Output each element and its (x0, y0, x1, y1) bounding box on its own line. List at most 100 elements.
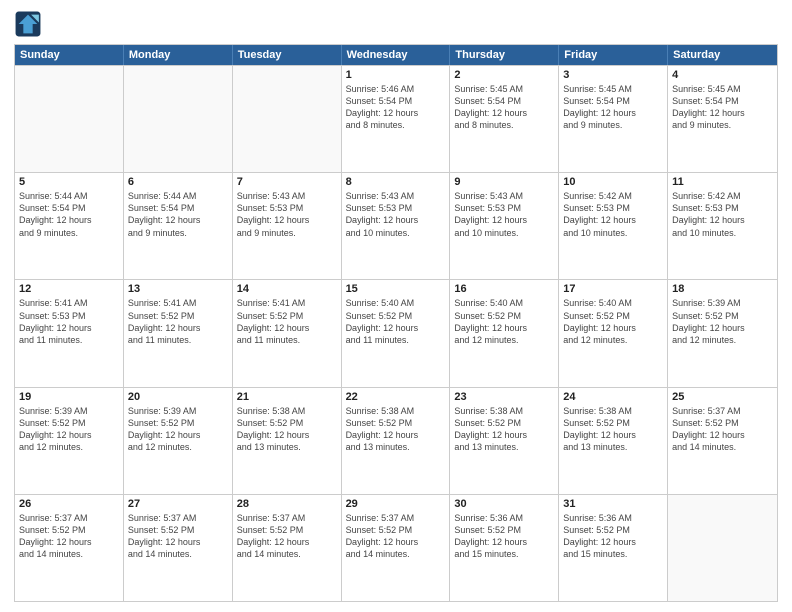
day-info: Sunrise: 5:39 AM Sunset: 5:52 PM Dayligh… (19, 405, 119, 454)
day-info: Sunrise: 5:41 AM Sunset: 5:53 PM Dayligh… (19, 297, 119, 346)
day-info: Sunrise: 5:37 AM Sunset: 5:52 PM Dayligh… (672, 405, 773, 454)
day-info: Sunrise: 5:38 AM Sunset: 5:52 PM Dayligh… (454, 405, 554, 454)
day-info: Sunrise: 5:44 AM Sunset: 5:54 PM Dayligh… (128, 190, 228, 239)
day-number: 24 (563, 391, 663, 403)
calendar: SundayMondayTuesdayWednesdayThursdayFrid… (14, 44, 778, 602)
day-cell-1: 1 Sunrise: 5:46 AM Sunset: 5:54 PM Daylig… (342, 66, 451, 172)
empty-cell-4-6 (668, 495, 777, 601)
day-number: 8 (346, 176, 446, 188)
header-day-thursday: Thursday (450, 45, 559, 65)
day-info: Sunrise: 5:39 AM Sunset: 5:52 PM Dayligh… (128, 405, 228, 454)
day-info: Sunrise: 5:39 AM Sunset: 5:52 PM Dayligh… (672, 297, 773, 346)
day-cell-5: 5 Sunrise: 5:44 AM Sunset: 5:54 PM Daylig… (15, 173, 124, 279)
day-number: 13 (128, 283, 228, 295)
day-cell-3: 3 Sunrise: 5:45 AM Sunset: 5:54 PM Daylig… (559, 66, 668, 172)
day-number: 18 (672, 283, 773, 295)
header-day-sunday: Sunday (15, 45, 124, 65)
day-cell-16: 16Sunrise: 5:40 AM Sunset: 5:52 PM Dayli… (450, 280, 559, 386)
calendar-row-3: 19 Sunrise: 5:39 AM Sunset: 5:52 PM Dayli… (15, 387, 777, 494)
day-number: 6 (128, 176, 228, 188)
calendar-row-2: 12 Sunrise: 5:41 AM Sunset: 5:53 PM Dayli… (15, 279, 777, 386)
day-cell-17: 17 Sunrise: 5:40 AM Sunset: 5:52 PM Dayli… (559, 280, 668, 386)
day-info: Sunrise: 5:40 AM Sunset: 5:52 PM Dayligh… (563, 297, 663, 346)
day-cell-18: 18 Sunrise: 5:39 AM Sunset: 5:52 PM Dayli… (668, 280, 777, 386)
page: SundayMondayTuesdayWednesdayThursdayFrid… (0, 0, 792, 612)
day-cell-24: 24 Sunrise: 5:38 AM Sunset: 5:52 PM Dayli… (559, 388, 668, 494)
day-number: 23 (454, 391, 554, 403)
day-cell-9: 9 Sunrise: 5:43 AM Sunset: 5:53 PM Daylig… (450, 173, 559, 279)
day-info: Sunrise: 5:37 AM Sunset: 5:52 PM Dayligh… (128, 512, 228, 561)
empty-cell-0-2 (233, 66, 342, 172)
day-info: Sunrise: 5:45 AM Sunset: 5:54 PM Dayligh… (672, 83, 773, 132)
day-info: Sunrise: 5:41 AM Sunset: 5:52 PM Dayligh… (128, 297, 228, 346)
day-cell-10: 10Sunrise: 5:42 AM Sunset: 5:53 PM Dayli… (559, 173, 668, 279)
day-number: 7 (237, 176, 337, 188)
day-number: 11 (672, 176, 773, 188)
day-cell-11: 11Sunrise: 5:42 AM Sunset: 5:53 PM Dayli… (668, 173, 777, 279)
day-number: 17 (563, 283, 663, 295)
day-info: Sunrise: 5:37 AM Sunset: 5:52 PM Dayligh… (237, 512, 337, 561)
empty-cell-0-1 (124, 66, 233, 172)
day-info: Sunrise: 5:44 AM Sunset: 5:54 PM Dayligh… (19, 190, 119, 239)
day-number: 31 (563, 498, 663, 510)
day-cell-26: 26Sunrise: 5:37 AM Sunset: 5:52 PM Dayli… (15, 495, 124, 601)
day-number: 28 (237, 498, 337, 510)
day-info: Sunrise: 5:38 AM Sunset: 5:52 PM Dayligh… (237, 405, 337, 454)
day-number: 29 (346, 498, 446, 510)
day-number: 9 (454, 176, 554, 188)
header-day-friday: Friday (559, 45, 668, 65)
day-info: Sunrise: 5:46 AM Sunset: 5:54 PM Dayligh… (346, 83, 446, 132)
day-cell-25: 25 Sunrise: 5:37 AM Sunset: 5:52 PM Dayli… (668, 388, 777, 494)
day-number: 15 (346, 283, 446, 295)
calendar-header: SundayMondayTuesdayWednesdayThursdayFrid… (15, 45, 777, 65)
day-number: 12 (19, 283, 119, 295)
day-number: 5 (19, 176, 119, 188)
day-number: 1 (346, 69, 446, 81)
day-cell-2: 2 Sunrise: 5:45 AM Sunset: 5:54 PM Daylig… (450, 66, 559, 172)
day-number: 2 (454, 69, 554, 81)
day-cell-14: 14 Sunrise: 5:41 AM Sunset: 5:52 PM Dayli… (233, 280, 342, 386)
day-cell-15: 15 Sunrise: 5:40 AM Sunset: 5:52 PM Dayli… (342, 280, 451, 386)
day-info: Sunrise: 5:37 AM Sunset: 5:52 PM Dayligh… (346, 512, 446, 561)
calendar-row-0: 1 Sunrise: 5:46 AM Sunset: 5:54 PM Daylig… (15, 65, 777, 172)
calendar-row-1: 5 Sunrise: 5:44 AM Sunset: 5:54 PM Daylig… (15, 172, 777, 279)
day-info: Sunrise: 5:45 AM Sunset: 5:54 PM Dayligh… (454, 83, 554, 132)
day-number: 14 (237, 283, 337, 295)
day-info: Sunrise: 5:45 AM Sunset: 5:54 PM Dayligh… (563, 83, 663, 132)
day-info: Sunrise: 5:38 AM Sunset: 5:52 PM Dayligh… (346, 405, 446, 454)
day-number: 30 (454, 498, 554, 510)
day-cell-28: 28 Sunrise: 5:37 AM Sunset: 5:52 PM Dayli… (233, 495, 342, 601)
day-cell-19: 19 Sunrise: 5:39 AM Sunset: 5:52 PM Dayli… (15, 388, 124, 494)
day-cell-4: 4 Sunrise: 5:45 AM Sunset: 5:54 PM Daylig… (668, 66, 777, 172)
day-info: Sunrise: 5:37 AM Sunset: 5:52 PM Dayligh… (19, 512, 119, 561)
header-day-tuesday: Tuesday (233, 45, 342, 65)
day-number: 22 (346, 391, 446, 403)
day-cell-6: 6 Sunrise: 5:44 AM Sunset: 5:54 PM Daylig… (124, 173, 233, 279)
day-cell-27: 27Sunrise: 5:37 AM Sunset: 5:52 PM Dayli… (124, 495, 233, 601)
logo (14, 10, 46, 38)
day-info: Sunrise: 5:41 AM Sunset: 5:52 PM Dayligh… (237, 297, 337, 346)
day-info: Sunrise: 5:43 AM Sunset: 5:53 PM Dayligh… (346, 190, 446, 239)
day-cell-12: 12 Sunrise: 5:41 AM Sunset: 5:53 PM Dayli… (15, 280, 124, 386)
day-number: 19 (19, 391, 119, 403)
day-info: Sunrise: 5:43 AM Sunset: 5:53 PM Dayligh… (237, 190, 337, 239)
day-number: 4 (672, 69, 773, 81)
day-info: Sunrise: 5:36 AM Sunset: 5:52 PM Dayligh… (454, 512, 554, 561)
day-number: 16 (454, 283, 554, 295)
day-info: Sunrise: 5:38 AM Sunset: 5:52 PM Dayligh… (563, 405, 663, 454)
day-number: 3 (563, 69, 663, 81)
day-cell-8: 8 Sunrise: 5:43 AM Sunset: 5:53 PM Daylig… (342, 173, 451, 279)
day-info: Sunrise: 5:36 AM Sunset: 5:52 PM Dayligh… (563, 512, 663, 561)
day-number: 10 (563, 176, 663, 188)
day-cell-20: 20 Sunrise: 5:39 AM Sunset: 5:52 PM Dayli… (124, 388, 233, 494)
day-info: Sunrise: 5:43 AM Sunset: 5:53 PM Dayligh… (454, 190, 554, 239)
day-number: 21 (237, 391, 337, 403)
day-info: Sunrise: 5:40 AM Sunset: 5:52 PM Dayligh… (346, 297, 446, 346)
day-cell-23: 23 Sunrise: 5:38 AM Sunset: 5:52 PM Dayli… (450, 388, 559, 494)
day-cell-29: 29 Sunrise: 5:37 AM Sunset: 5:52 PM Dayli… (342, 495, 451, 601)
day-number: 20 (128, 391, 228, 403)
header-day-saturday: Saturday (668, 45, 777, 65)
day-number: 25 (672, 391, 773, 403)
header-day-wednesday: Wednesday (342, 45, 451, 65)
day-cell-22: 22 Sunrise: 5:38 AM Sunset: 5:52 PM Dayli… (342, 388, 451, 494)
